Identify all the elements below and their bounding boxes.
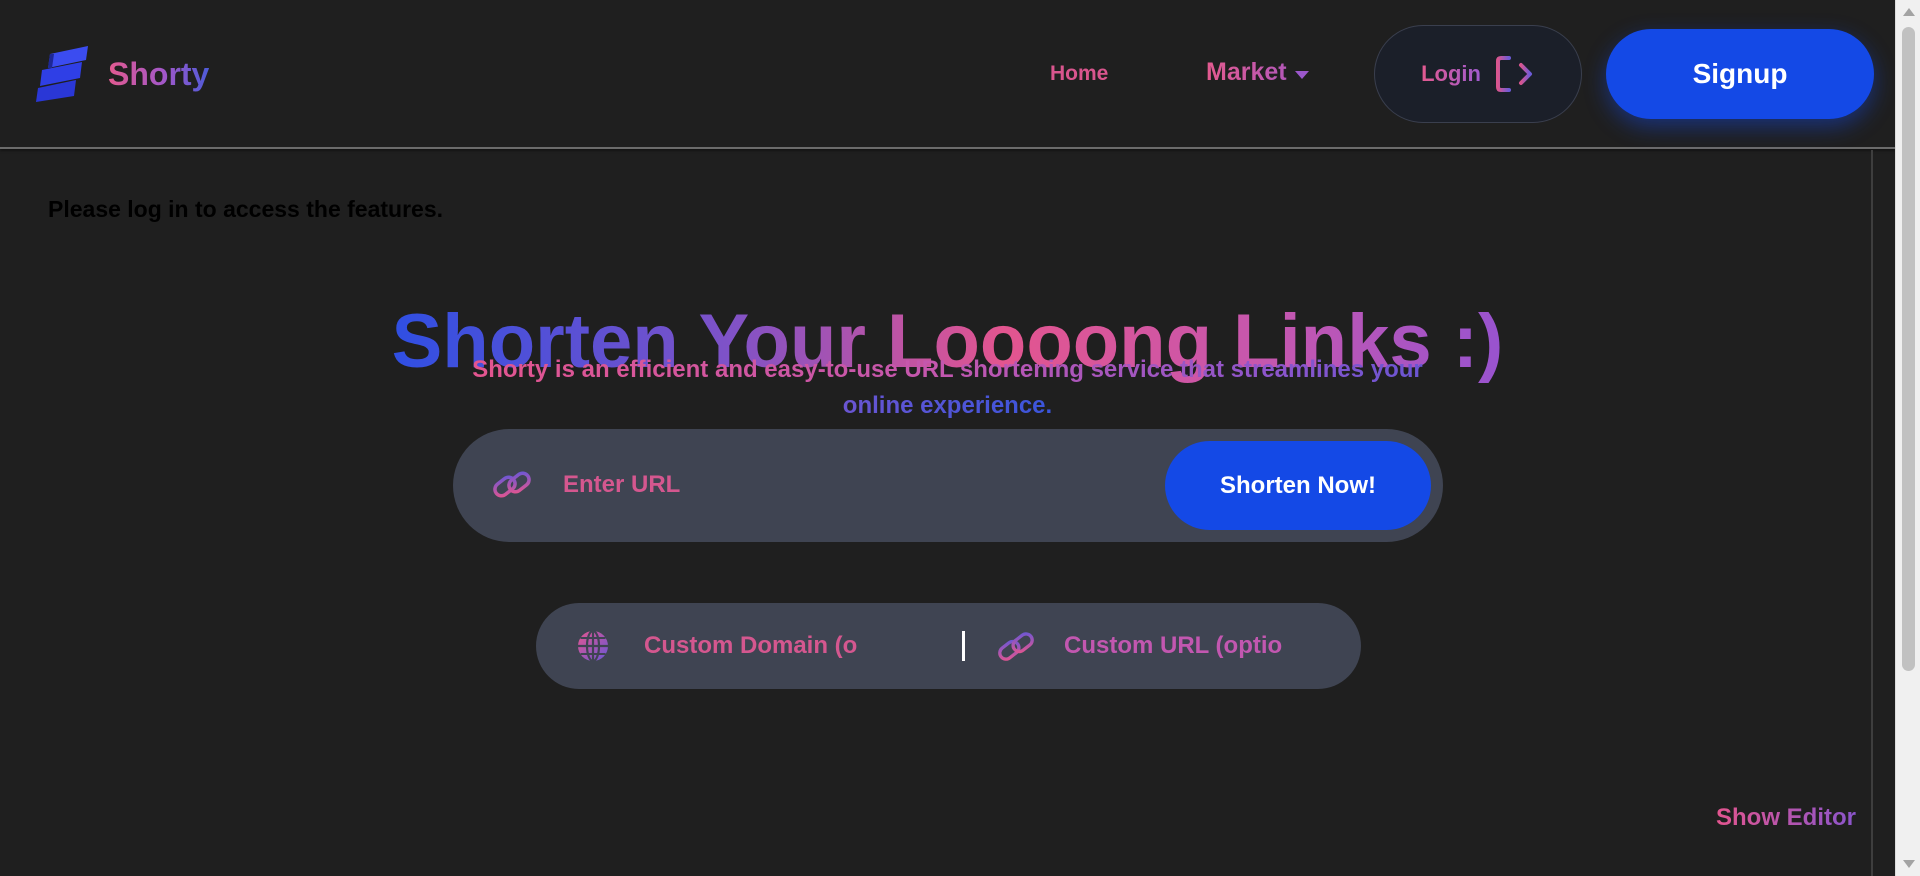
- url-shortener-bar: Shorten Now!: [453, 429, 1443, 542]
- globe-icon: [578, 629, 608, 663]
- custom-options-bar: [536, 603, 1361, 689]
- login-notice: Please log in to access the features.: [48, 196, 443, 222]
- custom-domain-input[interactable]: [642, 623, 860, 669]
- field-divider: [962, 631, 965, 661]
- stacked-bars-logo-icon: [36, 46, 88, 102]
- hero-subtitle: Shorty is an efficient and easy-to-use U…: [460, 352, 1435, 424]
- nav-market-dropdown[interactable]: Market: [1206, 58, 1309, 87]
- url-input[interactable]: [561, 459, 1101, 511]
- custom-url-input[interactable]: [1062, 623, 1284, 669]
- shorten-now-button[interactable]: Shorten Now!: [1165, 441, 1431, 530]
- link-icon: [998, 632, 1034, 661]
- login-button[interactable]: Login: [1374, 25, 1582, 123]
- scroll-up-arrow-icon[interactable]: [1903, 8, 1915, 16]
- vertical-scrollbar[interactable]: [1895, 0, 1920, 876]
- navbar: Shorty Home Market Login Signup: [0, 0, 1895, 149]
- login-label: Login: [1421, 61, 1481, 86]
- nav-home-link[interactable]: Home: [1050, 62, 1108, 86]
- signup-button[interactable]: Signup: [1606, 29, 1874, 119]
- chevron-down-icon: [1294, 70, 1309, 79]
- scroll-down-arrow-icon[interactable]: [1903, 860, 1915, 868]
- scroll-thumb[interactable]: [1902, 27, 1915, 671]
- page: Shorty Home Market Login Signup Please l…: [0, 0, 1920, 876]
- nav-market-label: Market: [1206, 58, 1287, 86]
- brand[interactable]: Shorty: [36, 46, 209, 102]
- link-icon: [493, 471, 531, 498]
- content-divider: [1871, 150, 1873, 876]
- show-editor-link[interactable]: Show Editor: [1716, 804, 1856, 832]
- sign-in-arrow-icon: [1495, 56, 1532, 92]
- brand-name: Shorty: [108, 55, 210, 92]
- hero-subtitle-text: Shorty is an efficient and easy-to-use U…: [472, 356, 1423, 419]
